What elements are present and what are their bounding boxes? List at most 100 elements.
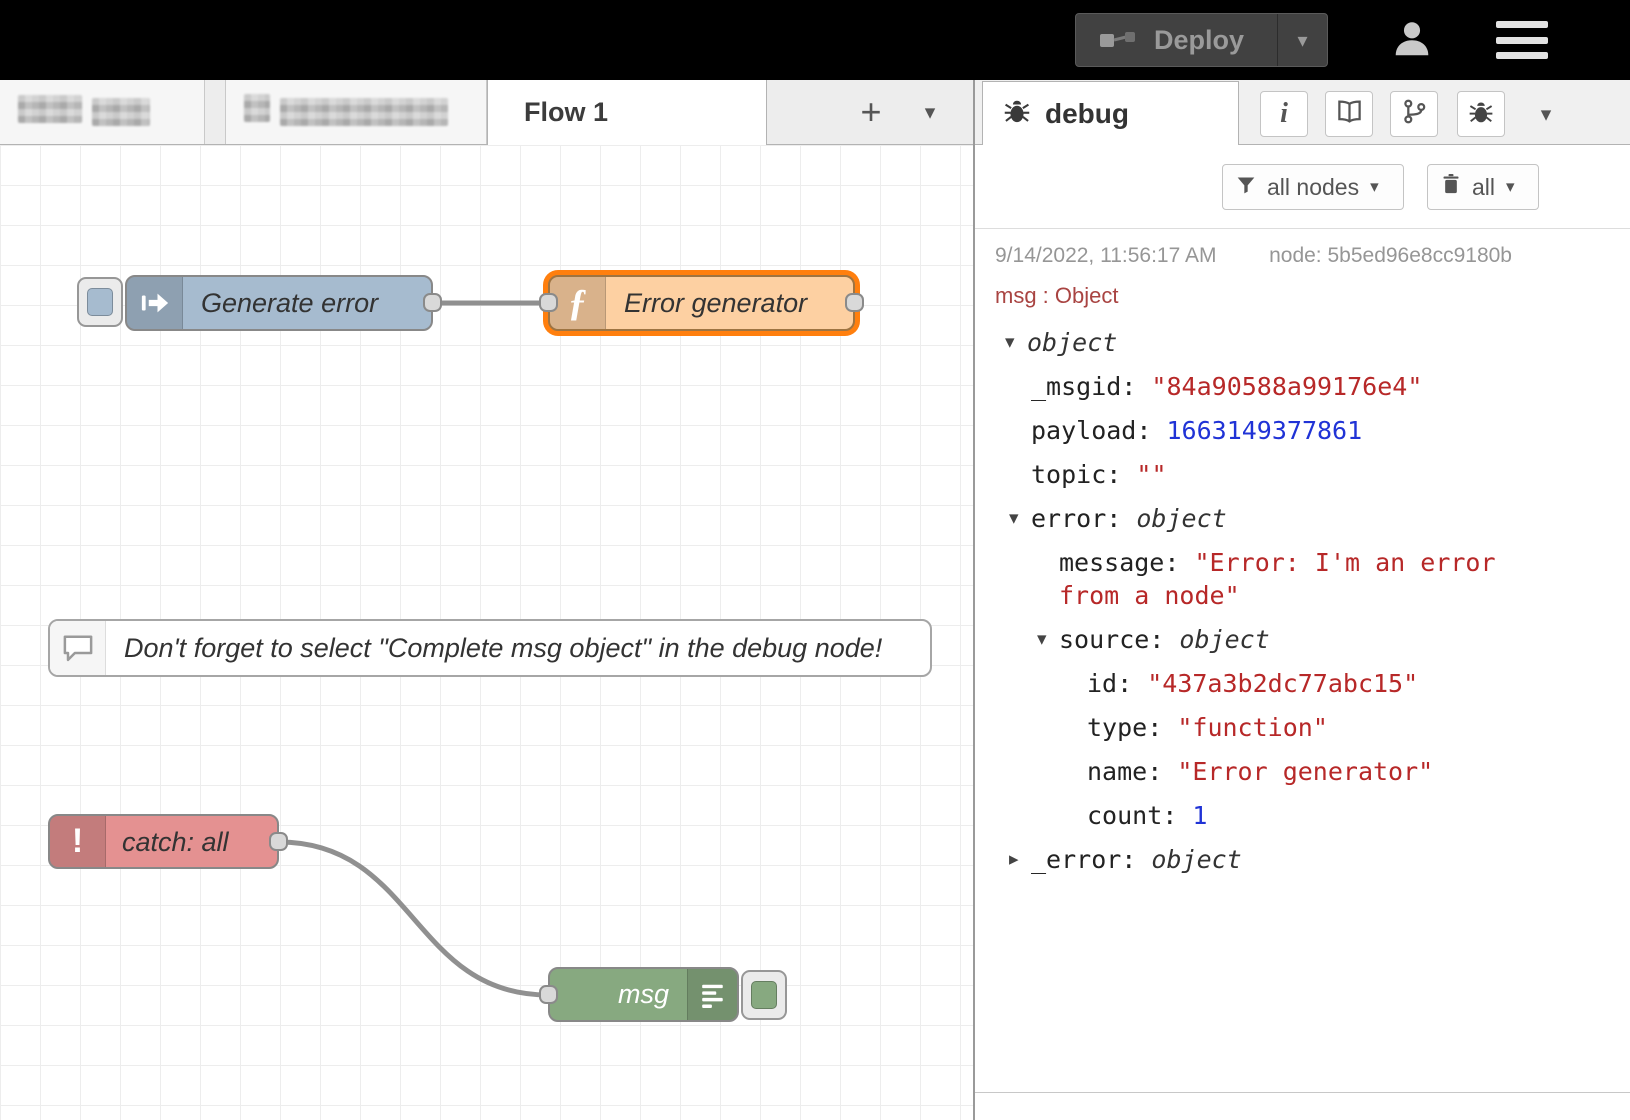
add-flow-button[interactable]: + (843, 80, 899, 144)
tree-row: ▾source:object (995, 623, 1570, 656)
git-branch-tab-button[interactable] (1390, 91, 1438, 137)
debug-tab-button[interactable] (1457, 91, 1505, 137)
collapse-caret-icon[interactable]: ▾ (1005, 326, 1027, 359)
debug-toggle-face (751, 981, 777, 1009)
key: _msgid: (1031, 372, 1151, 401)
filter-funnel-icon (1236, 174, 1256, 201)
input-port[interactable] (539, 985, 558, 1004)
key: error: (1031, 504, 1136, 533)
node-red-app: Deploy ▾ Flow 1 (0, 0, 1630, 1120)
collapse-caret-icon[interactable]: ▾ (1009, 502, 1031, 535)
key: _error: (1031, 845, 1151, 874)
wire-catch-to-debug[interactable] (279, 842, 548, 995)
tree-row: topic: (995, 458, 1570, 491)
alert-icon: ! (50, 816, 106, 867)
key: count: (1087, 801, 1192, 830)
user-menu-button[interactable] (1384, 12, 1440, 68)
input-port[interactable] (539, 293, 558, 312)
debug-toolbar: all nodes ▾ all ▾ (975, 145, 1630, 229)
node-debug-msg[interactable]: msg (548, 967, 739, 1022)
bug-icon (1003, 97, 1031, 130)
inject-trigger-button[interactable] (77, 277, 123, 327)
output-port[interactable] (269, 832, 288, 851)
value-object: object (1136, 504, 1226, 533)
node-function-error-generator[interactable]: ƒ Error generator (548, 275, 855, 331)
inject-trigger-button-face (87, 288, 113, 316)
redacted-label (92, 98, 150, 126)
main-menu-button[interactable] (1496, 21, 1548, 59)
debug-output-icon (687, 969, 737, 1020)
deploy-button[interactable]: Deploy ▾ (1075, 13, 1328, 67)
clear-messages-button[interactable]: all ▾ (1427, 164, 1539, 210)
key: topic: (1031, 460, 1136, 489)
flow-tab-active[interactable]: Flow 1 (487, 80, 767, 145)
key: id: (1087, 669, 1147, 698)
value-string (1136, 460, 1166, 489)
expand-caret-icon[interactable]: ▸ (1009, 843, 1031, 876)
tree-row: message:Error: I'm an error from a node (995, 546, 1570, 612)
debug-message-list: 9/14/2022, 11:56:17 AM node: 5b5ed96e8cc… (975, 230, 1630, 1092)
caret-down-icon: ▾ (1370, 177, 1379, 197)
deploy-options-caret-icon[interactable]: ▾ (1277, 14, 1327, 66)
sidebar-tab-debug[interactable]: debug (982, 81, 1239, 145)
collapse-caret-icon[interactable]: ▾ (1037, 623, 1059, 656)
value-string: 437a3b2dc77abc15 (1147, 669, 1418, 698)
debug-enable-toggle[interactable] (741, 970, 787, 1020)
deploy-nodes-icon (1098, 26, 1138, 54)
value-object: object (1027, 328, 1117, 357)
tree-row: _msgid:84a90588a99176e4 (995, 370, 1570, 403)
node-label: Generate error (201, 288, 378, 319)
sidebar-panel: debug i (973, 80, 1630, 1120)
bug-icon (1468, 99, 1494, 130)
clear-label: all (1472, 174, 1495, 201)
node-label: Error generator (624, 288, 807, 319)
node-comment[interactable]: Don't forget to select "Complete msg obj… (48, 619, 932, 677)
sidebar-tab-label: debug (1045, 98, 1129, 130)
flow-tabbar: Flow 1 + ▾ (0, 80, 973, 145)
help-tab-button[interactable] (1325, 91, 1373, 137)
key: payload: (1031, 416, 1166, 445)
caret-down-icon: ▾ (1506, 177, 1515, 197)
sidebar-menu-caret-icon[interactable]: ▾ (1523, 91, 1569, 137)
output-port[interactable] (423, 293, 442, 312)
redacted-label (280, 98, 448, 126)
flow-canvas[interactable]: Generate error ƒ Error generator Don't f… (0, 145, 973, 1120)
value-object: object (1179, 625, 1269, 654)
function-icon: ƒ (550, 277, 606, 329)
tree-row: count:1 (995, 799, 1570, 832)
tree-row: ▾error:object (995, 502, 1570, 535)
sidebar-footer (975, 1092, 1630, 1120)
tree-row: id:437a3b2dc77abc15 (995, 667, 1570, 700)
message-timestamp: 9/14/2022, 11:56:17 AM (995, 244, 1216, 268)
sidebar-header: debug i (975, 80, 1630, 145)
branch-icon (1401, 98, 1428, 130)
flow-tab-redacted-1[interactable] (0, 80, 205, 144)
deploy-label: Deploy (1154, 25, 1244, 56)
filter-nodes-button[interactable]: all nodes ▾ (1222, 164, 1404, 210)
hamburger-icon (1496, 21, 1548, 28)
redacted-label (18, 95, 82, 123)
output-port[interactable] (845, 293, 864, 312)
key: type: (1087, 713, 1177, 742)
tree-row: name:Error generator (995, 755, 1570, 788)
user-icon (1389, 15, 1435, 66)
top-header-bar: Deploy ▾ (0, 0, 1630, 80)
tree-row: ▾object (995, 326, 1570, 359)
trash-icon (1441, 173, 1461, 201)
tree-row: ▸_error:object (995, 843, 1570, 876)
key: source: (1059, 625, 1179, 654)
node-label: Don't forget to select "Complete msg obj… (124, 633, 882, 664)
message-node-id: node: 5b5ed96e8cc9180b (1269, 244, 1512, 268)
node-catch-all[interactable]: ! catch: all (48, 814, 279, 869)
value-string: 84a90588a99176e4 (1151, 372, 1422, 401)
flow-tab-label: Flow 1 (524, 97, 608, 128)
redacted-label (244, 94, 270, 122)
flow-tab-redacted-2[interactable] (225, 80, 487, 144)
debug-message-meta: 9/14/2022, 11:56:17 AM node: 5b5ed96e8cc… (995, 244, 1570, 268)
flow-list-caret-icon[interactable]: ▾ (905, 80, 955, 144)
filter-label: all nodes (1267, 174, 1359, 201)
value-string: Error generator (1177, 757, 1433, 786)
node-inject-generate-error[interactable]: Generate error (125, 275, 433, 331)
info-tab-button[interactable]: i (1260, 91, 1308, 137)
value-number: 1663149377861 (1166, 416, 1362, 445)
